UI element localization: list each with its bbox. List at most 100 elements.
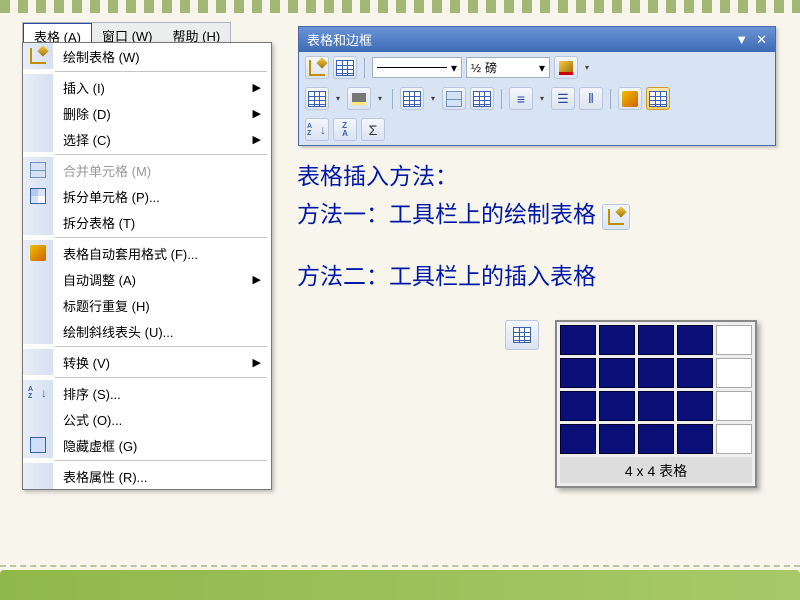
preview-cell[interactable] <box>560 358 596 388</box>
separator <box>364 58 365 78</box>
menuitem-formula[interactable]: 公式 (O)... <box>23 406 271 432</box>
preview-grid[interactable] <box>560 325 752 454</box>
chevron-down-icon: ▾ <box>539 61 545 75</box>
outside-border-button[interactable] <box>305 87 329 110</box>
eraser-button[interactable] <box>333 56 357 79</box>
toggle-grid-button[interactable] <box>646 87 670 110</box>
separator <box>55 154 267 155</box>
separator <box>55 237 267 238</box>
autosum-button[interactable]: Σ <box>361 118 385 141</box>
chevron-down-icon[interactable]: ▾ <box>375 94 385 103</box>
table-icon <box>513 327 531 343</box>
preview-cell[interactable] <box>638 391 674 421</box>
autoformat-icon <box>622 91 638 107</box>
preview-cell[interactable] <box>560 424 596 454</box>
menuitem-sort[interactable]: 排序 (S)... <box>23 380 271 406</box>
hide-grid-icon <box>30 437 46 453</box>
submenu-arrow-icon: ▶ <box>253 356 261 369</box>
separator <box>392 89 393 109</box>
menuitem-autofit[interactable]: 自动调整 (A)▶ <box>23 266 271 292</box>
menuitem-merge-cells: 合并单元格 (M) <box>23 157 271 183</box>
line-style-select[interactable]: ▾ <box>372 57 462 78</box>
insert-table-button[interactable] <box>400 87 424 110</box>
shading-color-button[interactable] <box>347 87 371 110</box>
preview-cell[interactable] <box>677 391 713 421</box>
align-button[interactable]: ≡ <box>509 87 533 110</box>
split-cell-icon <box>30 188 46 204</box>
preview-cell[interactable] <box>638 325 674 355</box>
menuitem-label: 拆分表格 (T) <box>53 213 271 232</box>
chevron-down-icon[interactable]: ▾ <box>333 94 343 103</box>
split-cells-button[interactable] <box>470 87 494 110</box>
preview-cell[interactable] <box>677 358 713 388</box>
submenu-arrow-icon: ▶ <box>253 273 261 286</box>
sort-icon <box>30 385 46 401</box>
preview-cell[interactable] <box>716 325 752 355</box>
preview-cell[interactable] <box>677 424 713 454</box>
menuitem-label: 表格自动套用格式 (F)... <box>53 244 271 263</box>
preview-cell[interactable] <box>716 424 752 454</box>
chevron-down-icon[interactable]: ▾ <box>582 63 592 72</box>
menuitem-convert[interactable]: 转换 (V)▶ <box>23 349 271 375</box>
toolbar-titlebar[interactable]: 表格和边框 ▼ ✕ <box>299 27 775 52</box>
split-icon <box>473 91 491 107</box>
border-color-button[interactable] <box>554 56 578 79</box>
preview-cell[interactable] <box>599 358 635 388</box>
tables-borders-toolbar: 表格和边框 ▼ ✕ ▾ ½ 磅▾ ▾ ▾ ▾ ▾ ≡ ▾ ☰ ⦀ ZA Σ <box>298 26 776 146</box>
preview-cell[interactable] <box>716 358 752 388</box>
toolbar-row-2: ▾ ▾ ▾ ≡ ▾ ☰ ⦀ <box>299 83 775 114</box>
preview-cell[interactable] <box>677 325 713 355</box>
sort-asc-button[interactable] <box>305 118 329 141</box>
preview-cell[interactable] <box>560 391 596 421</box>
draw-table-toolbar-icon <box>602 204 630 230</box>
eraser-icon <box>336 60 354 76</box>
border-icon <box>308 91 326 107</box>
sort-desc-button[interactable]: ZA <box>333 118 357 141</box>
draw-table-button[interactable] <box>305 56 329 79</box>
preview-cell[interactable] <box>716 391 752 421</box>
menuitem-diag-head[interactable]: 绘制斜线表头 (U)... <box>23 318 271 344</box>
toolbar-title: 表格和边框 <box>307 30 372 49</box>
preview-cell[interactable] <box>560 325 596 355</box>
instruction-text: 表格插入方法： 方法一：工具栏上的绘制表格 方法二：工具栏上的插入表格 <box>297 158 630 296</box>
menuitem-draw-table[interactable]: 绘制表格 (W) <box>23 43 271 69</box>
autoformat-icon <box>30 245 46 261</box>
dropdown-arrow-icon[interactable]: ▼ <box>735 32 748 47</box>
menuitem-select[interactable]: 选择 (C)▶ <box>23 126 271 152</box>
menuitem-split-cell[interactable]: 拆分单元格 (P)... <box>23 183 271 209</box>
separator <box>501 89 502 109</box>
menuitem-autoformat[interactable]: 表格自动套用格式 (F)... <box>23 240 271 266</box>
menuitem-label: 删除 (D) <box>53 104 253 123</box>
autoformat-button[interactable] <box>618 87 642 110</box>
menuitem-hide-gridlines[interactable]: 隐藏虚框 (G) <box>23 432 271 458</box>
menuitem-label: 自动调整 (A) <box>53 270 253 289</box>
menuitem-delete[interactable]: 删除 (D)▶ <box>23 100 271 126</box>
rows-icon: ☰ <box>557 91 569 107</box>
chevron-down-icon[interactable]: ▾ <box>428 94 438 103</box>
preview-cell[interactable] <box>638 424 674 454</box>
menuitem-table-properties[interactable]: 表格属性 (R)... <box>23 463 271 489</box>
separator <box>610 89 611 109</box>
menuitem-label: 绘制表格 (W) <box>53 47 271 66</box>
instruction-line-1: 方法一：工具栏上的绘制表格 <box>297 196 630 234</box>
line-weight-select[interactable]: ½ 磅▾ <box>466 57 550 78</box>
menuitem-repeat-head[interactable]: 标题行重复 (H) <box>23 292 271 318</box>
close-icon[interactable]: ✕ <box>756 32 767 48</box>
menuitem-insert[interactable]: 插入 (I)▶ <box>23 74 271 100</box>
merge-icon <box>446 91 462 107</box>
submenu-arrow-icon: ▶ <box>253 133 261 146</box>
menuitem-label: 绘制斜线表头 (U)... <box>53 322 271 341</box>
preview-cell[interactable] <box>599 391 635 421</box>
insert-table-preview[interactable]: 4 x 4 表格 <box>555 320 757 488</box>
distribute-rows-button[interactable]: ☰ <box>551 87 575 110</box>
distribute-cols-button[interactable]: ⦀ <box>579 87 603 110</box>
preview-cell[interactable] <box>638 358 674 388</box>
chevron-down-icon[interactable]: ▾ <box>537 94 547 103</box>
preview-cell[interactable] <box>599 424 635 454</box>
separator <box>55 71 267 72</box>
merge-cells-button[interactable] <box>442 87 466 110</box>
cols-icon: ⦀ <box>588 91 594 107</box>
preview-cell[interactable] <box>599 325 635 355</box>
pencil-icon <box>608 209 624 225</box>
menuitem-split-table[interactable]: 拆分表格 (T) <box>23 209 271 235</box>
